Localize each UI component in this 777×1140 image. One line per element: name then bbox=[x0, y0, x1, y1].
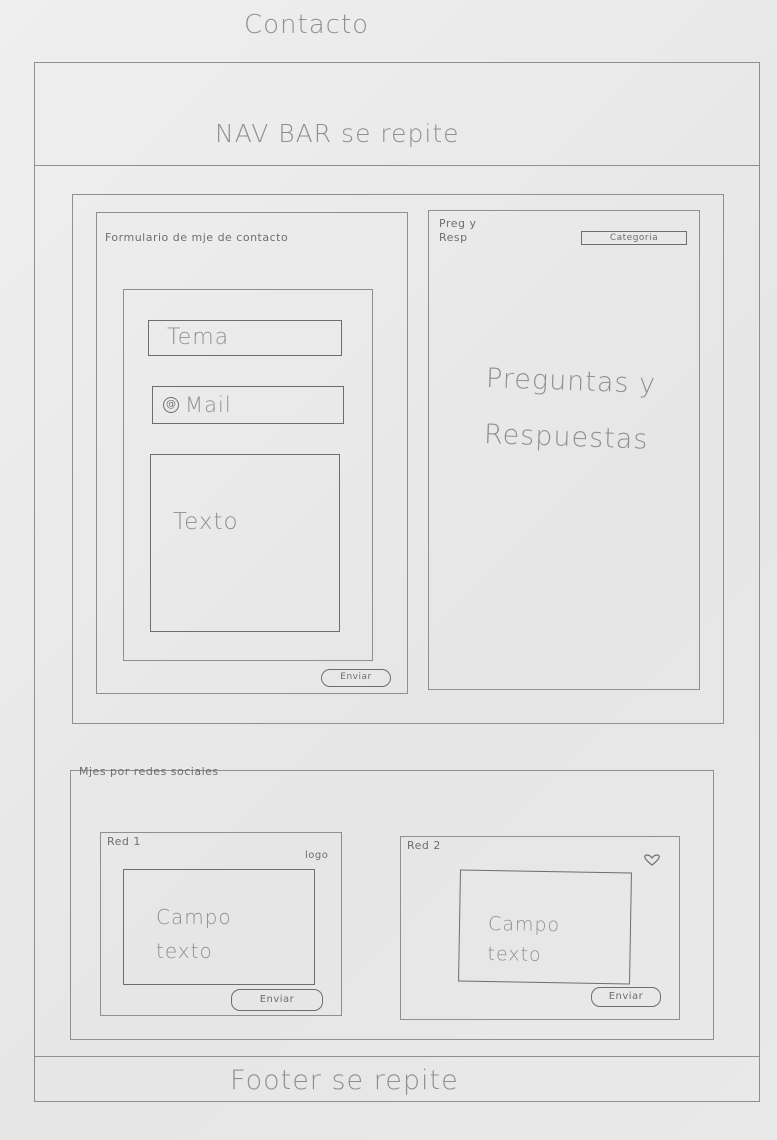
social-text-field-label: Campo texto bbox=[156, 905, 232, 963]
mail-input[interactable]: @ Mail bbox=[152, 386, 344, 424]
message-textarea[interactable]: Texto bbox=[150, 454, 340, 632]
at-icon: @ bbox=[163, 397, 179, 413]
social-title: Mjes por redes sociales bbox=[79, 765, 219, 778]
social-card-title: Red 1 bbox=[107, 835, 141, 848]
social-send-button[interactable]: Enviar bbox=[231, 989, 323, 1011]
heart-icon bbox=[644, 854, 660, 866]
faq-title: Preg y Resp bbox=[439, 217, 477, 244]
footer: Footer se repite bbox=[34, 1056, 760, 1106]
social-text-field[interactable]: Campo texto bbox=[123, 869, 315, 985]
category-filter[interactable]: Categoria bbox=[581, 231, 687, 245]
social-text-field[interactable]: Campo texto bbox=[458, 869, 632, 985]
subject-placeholder: Tema bbox=[167, 325, 230, 350]
contact-form-inner: Tema @ Mail Texto bbox=[123, 289, 373, 661]
footer-label: Footer se repite bbox=[230, 1065, 459, 1096]
subject-input[interactable]: Tema bbox=[148, 320, 342, 356]
faq-body: Preguntas y Respuestas bbox=[483, 362, 657, 456]
message-placeholder: Texto bbox=[173, 509, 239, 535]
social-card-red-2: Red 2 Campo texto Enviar bbox=[400, 836, 680, 1020]
contact-send-button[interactable]: Enviar bbox=[321, 669, 391, 687]
page-title: Contacto bbox=[244, 10, 370, 40]
mail-placeholder: Mail bbox=[185, 393, 232, 417]
navbar-label: NAV BAR se repite bbox=[215, 119, 460, 148]
social-text-field-label: Campo texto bbox=[487, 913, 561, 966]
contact-form-title: Formulario de mje de contacto bbox=[105, 231, 289, 244]
navbar[interactable]: NAV BAR se repite bbox=[34, 62, 760, 166]
contact-form-panel: Formulario de mje de contacto Tema @ Mai… bbox=[96, 212, 408, 694]
social-send-button[interactable]: Enviar bbox=[591, 987, 661, 1007]
social-card-red-1: Red 1 logo Campo texto Enviar bbox=[100, 832, 342, 1016]
faq-panel: Preg y Resp Categoria Preguntas y Respue… bbox=[428, 210, 700, 690]
logo-icon: logo bbox=[305, 850, 329, 861]
social-card-title: Red 2 bbox=[407, 839, 441, 852]
